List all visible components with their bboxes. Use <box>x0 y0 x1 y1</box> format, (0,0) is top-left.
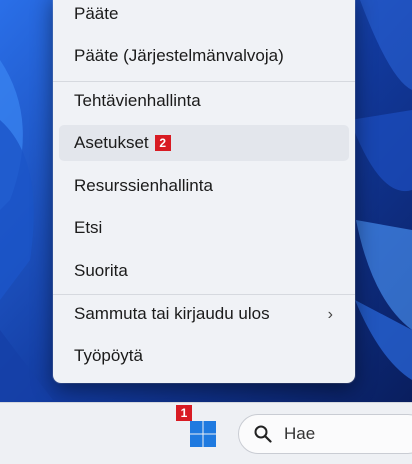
step-badge: 1 <box>176 405 192 421</box>
step-badge: 2 <box>154 135 171 151</box>
menu-item-label: Etsi <box>74 218 103 237</box>
search-icon <box>254 425 272 443</box>
menu-item-desktop[interactable]: Työpöytä <box>59 338 349 374</box>
menu-separator <box>53 294 355 295</box>
menu-item-search[interactable]: Etsi <box>59 210 349 246</box>
context-menu: Pääte Pääte (Järjestelmänvalvoja) Tehtäv… <box>53 0 355 383</box>
menu-separator <box>53 81 355 82</box>
menu-item-label: Työpöytä <box>74 346 143 365</box>
menu-item-run[interactable]: Suorita <box>59 253 349 289</box>
menu-item-shutdown-signout[interactable]: Sammuta tai kirjaudu ulos › <box>59 296 349 332</box>
menu-item-label: Resurssienhallinta <box>74 176 213 195</box>
menu-item-file-explorer[interactable]: Resurssienhallinta <box>59 168 349 204</box>
start-button[interactable] <box>186 417 220 451</box>
windows-logo-icon <box>190 421 216 447</box>
menu-item-label: Asetukset <box>74 133 149 152</box>
menu-item-terminal[interactable]: Pääte <box>59 0 349 32</box>
menu-item-label: Tehtävienhallinta <box>74 91 201 110</box>
menu-item-terminal-admin[interactable]: Pääte (Järjestelmänvalvoja) <box>59 38 349 74</box>
menu-item-label: Sammuta tai kirjaudu ulos <box>74 304 270 323</box>
taskbar: 1 Hae <box>0 402 412 464</box>
chevron-right-icon: › <box>327 306 333 323</box>
menu-item-label: Pääte <box>74 4 119 23</box>
menu-item-settings[interactable]: Asetukset 2 <box>59 125 349 161</box>
search-placeholder: Hae <box>284 424 316 443</box>
menu-item-task-manager[interactable]: Tehtävienhallinta <box>59 83 349 119</box>
taskbar-search-box[interactable]: Hae <box>238 414 412 454</box>
menu-item-label: Suorita <box>74 261 128 280</box>
menu-item-label: Pääte (Järjestelmänvalvoja) <box>74 46 284 65</box>
